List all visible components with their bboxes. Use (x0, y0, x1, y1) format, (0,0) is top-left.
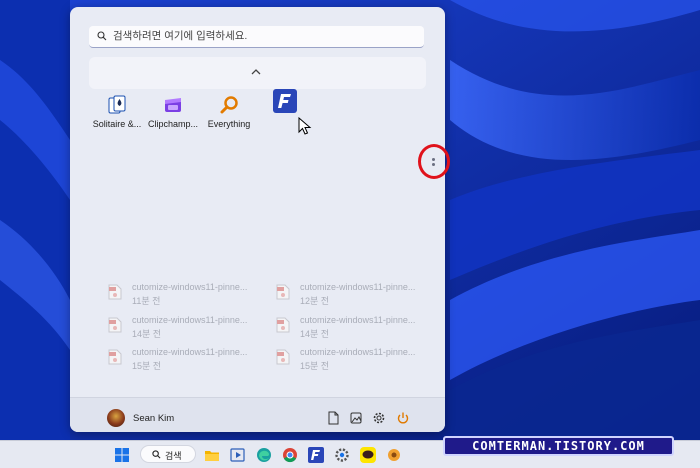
pinned-app-clipchamp[interactable]: Clipchamp... (142, 95, 204, 139)
search-icon (97, 31, 107, 41)
f-app-icon (273, 89, 297, 113)
recent-file-item[interactable]: cutomize-windows11-pinne... 12분 전 (276, 282, 436, 308)
recent-file-time: 15분 전 (300, 361, 330, 371)
kakaotalk-icon[interactable] (359, 446, 377, 464)
recent-file-item[interactable]: cutomize-windows11-pinne... 15분 전 (108, 347, 268, 373)
edge-browser-icon[interactable] (255, 446, 273, 464)
search-input[interactable] (113, 28, 413, 44)
everything-icon (220, 96, 238, 114)
recent-file-time: 11분 전 (132, 296, 161, 306)
image-file-icon (108, 284, 122, 300)
search-box[interactable] (89, 26, 424, 48)
solitaire-icon (108, 95, 126, 114)
chrome-browser-icon[interactable] (281, 446, 299, 464)
pictures-icon[interactable] (349, 411, 363, 425)
image-file-icon (276, 317, 290, 333)
f-app-taskbar-icon[interactable] (307, 446, 325, 464)
recent-file-time: 15분 전 (132, 361, 162, 371)
media-player-icon[interactable] (229, 446, 247, 464)
highlight-circle (418, 144, 450, 179)
recent-file-item[interactable]: cutomize-windows11-pinne... 14분 전 (108, 315, 268, 341)
watermark-label: COMTERMAN.TISTORY.COM (443, 436, 674, 456)
clipchamp-icon (165, 98, 181, 112)
recent-file-time: 14분 전 (132, 329, 162, 339)
pinned-app-solitaire[interactable]: Solitaire &... (86, 95, 148, 139)
expand-pinned-button[interactable] (89, 57, 426, 89)
user-name[interactable]: Sean Kim (133, 413, 174, 424)
chevron-up-icon (251, 69, 261, 75)
pinned-app-label: Clipchamp... (147, 119, 199, 129)
power-icon[interactable] (396, 411, 410, 425)
mouse-cursor-icon (298, 117, 312, 135)
recent-file-name: cutomize-windows11-pinne... (300, 315, 416, 325)
image-file-icon (108, 317, 122, 333)
taskbar-search-label: 검색 (165, 451, 182, 461)
pinned-app-everything[interactable]: Everything (198, 95, 260, 139)
recent-file-name: cutomize-windows11-pinne... (300, 347, 416, 357)
pinned-app-label: Everything (207, 119, 251, 129)
settings-gear-icon[interactable] (372, 411, 386, 425)
recent-file-item[interactable]: cutomize-windows11-pinne... 11분 전 (108, 282, 268, 308)
image-file-icon (276, 349, 290, 365)
pinned-app-label: Solitaire &... (92, 119, 142, 129)
settings-icon[interactable] (333, 446, 351, 464)
start-menu: Solitaire &... Clipchamp... Everything c… (70, 7, 445, 432)
image-file-icon (276, 284, 290, 300)
app-gear-icon[interactable] (385, 446, 403, 464)
recent-file-name: cutomize-windows11-pinne... (300, 282, 416, 292)
avatar[interactable] (107, 409, 125, 427)
recent-file-item[interactable]: cutomize-windows11-pinne... 15분 전 (276, 347, 436, 373)
start-menu-footer: Sean Kim (70, 397, 445, 432)
recent-file-item[interactable]: cutomize-windows11-pinne... 14분 전 (276, 315, 436, 341)
recent-file-time: 12분 전 (300, 296, 330, 306)
recent-file-name: cutomize-windows11-pinne... (132, 347, 248, 357)
windows-start-icon[interactable] (113, 446, 131, 464)
recent-file-name: cutomize-windows11-pinne... (132, 315, 248, 325)
image-file-icon (108, 349, 122, 365)
file-explorer-icon[interactable] (203, 446, 221, 464)
recent-file-time: 14분 전 (300, 329, 330, 339)
search-icon (152, 450, 161, 459)
documents-icon[interactable] (326, 411, 340, 425)
recent-file-name: cutomize-windows11-pinne... (132, 282, 248, 292)
taskbar-search-button[interactable]: 검색 (140, 445, 196, 463)
